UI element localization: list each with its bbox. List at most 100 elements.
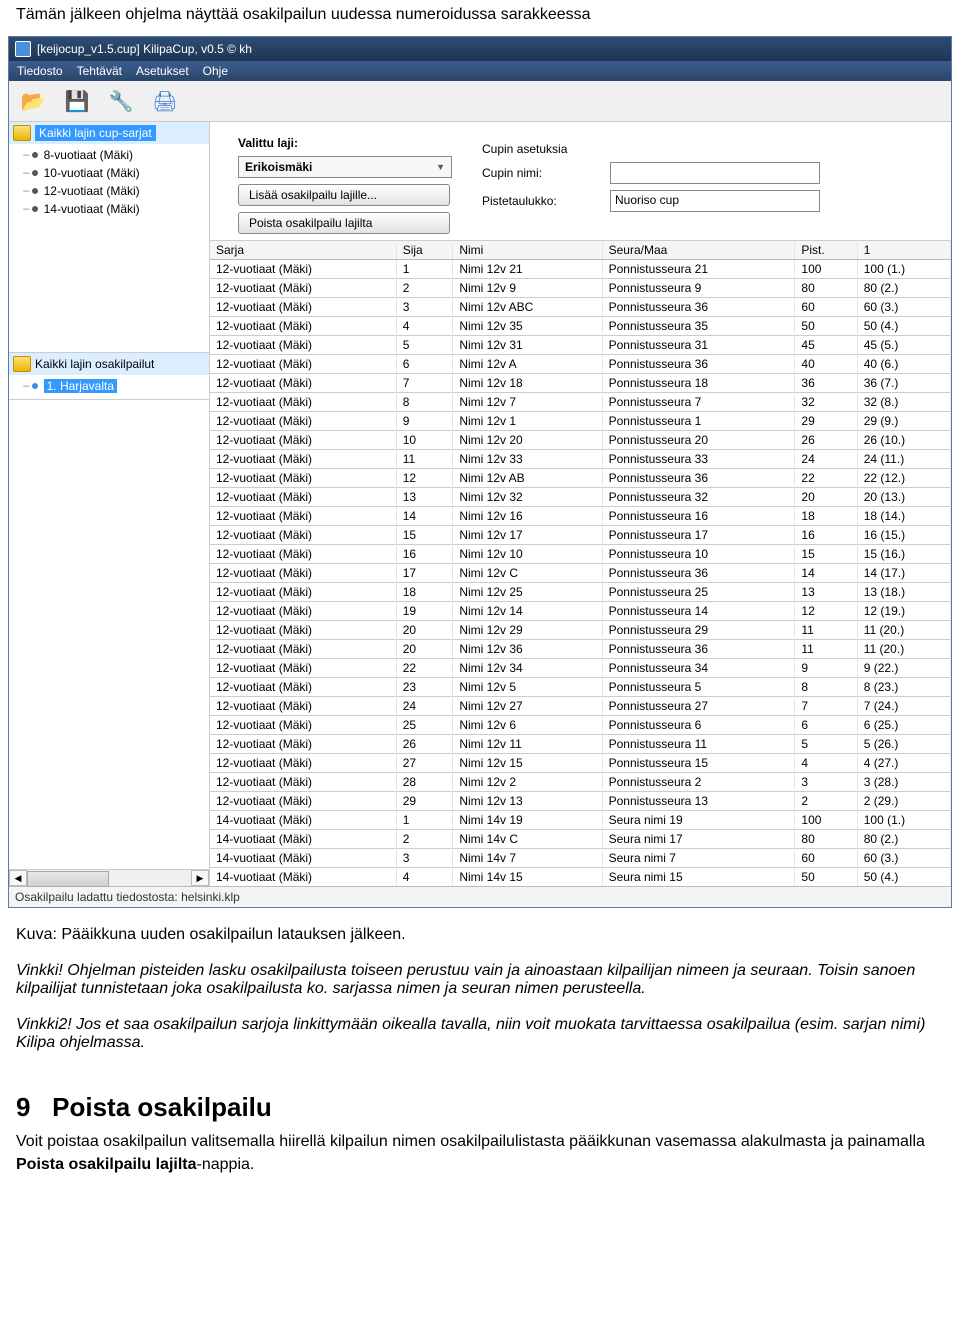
table-row[interactable]: 12-vuotiaat (Mäki)20Nimi 12v 36Ponnistus… (210, 640, 951, 659)
scroll-left-icon[interactable]: ◀ (9, 870, 27, 886)
table-row[interactable]: 12-vuotiaat (Mäki)3Nimi 12v ABCPonnistus… (210, 298, 951, 317)
scroll-thumb[interactable] (27, 871, 109, 887)
table-row[interactable]: 12-vuotiaat (Mäki)6Nimi 12v APonnistusse… (210, 355, 951, 374)
table-cell: Ponnistusseura 36 (602, 355, 795, 374)
table-row[interactable]: 12-vuotiaat (Mäki)11Nimi 12v 33Ponnistus… (210, 450, 951, 469)
table-cell: Ponnistusseura 32 (602, 488, 795, 507)
table-row[interactable]: 12-vuotiaat (Mäki)26Nimi 12v 11Ponnistus… (210, 735, 951, 754)
table-row[interactable]: 12-vuotiaat (Mäki)27Nimi 12v 15Ponnistus… (210, 754, 951, 773)
table-cell: Nimi 12v 13 (453, 792, 602, 811)
tree-item[interactable]: ┄12-vuotiaat (Mäki) (9, 182, 209, 200)
table-row[interactable]: 12-vuotiaat (Mäki)23Nimi 12v 5Ponnistuss… (210, 678, 951, 697)
hint1: Vinkki! Ohjelman pisteiden lasku osakilp… (16, 962, 944, 998)
column-header[interactable]: 1 (857, 241, 950, 260)
tree-lines-icon: ┄ (23, 185, 30, 198)
tree-head-osakilpailut[interactable]: Kaikki lajin osakilpailut (9, 353, 209, 375)
table-row[interactable]: 12-vuotiaat (Mäki)18Nimi 12v 25Ponnistus… (210, 583, 951, 602)
table-cell: 15 (795, 545, 857, 564)
tree-item[interactable]: ┄8-vuotiaat (Mäki) (9, 146, 209, 164)
column-header[interactable]: Sija (396, 241, 453, 260)
valittu-laji-value: Erikoismäki (245, 160, 312, 174)
table-cell: Nimi 12v 5 (453, 678, 602, 697)
table-row[interactable]: 14-vuotiaat (Mäki)2Nimi 14v CSeura nimi … (210, 830, 951, 849)
table-cell: Ponnistusseura 15 (602, 754, 795, 773)
table-cell: Ponnistusseura 33 (602, 450, 795, 469)
titlebar-text: [keijocup_v1.5.cup] KilipaCup, v0.5 © kh (37, 42, 252, 56)
table-row[interactable]: 12-vuotiaat (Mäki)7Nimi 12v 18Ponnistuss… (210, 374, 951, 393)
menu-tiedosto[interactable]: Tiedosto (17, 64, 63, 78)
table-row[interactable]: 12-vuotiaat (Mäki)17Nimi 12v CPonnistuss… (210, 564, 951, 583)
table-cell: Ponnistusseura 36 (602, 298, 795, 317)
toolbar-save-button[interactable] (59, 85, 95, 117)
remove-osakilpailu-button[interactable]: Poista osakilpailu lajilta (238, 212, 450, 234)
hint1-text: Ohjelman pisteiden lasku osakilpailusta … (16, 962, 915, 997)
table-row[interactable]: 12-vuotiaat (Mäki)24Nimi 12v 27Ponnistus… (210, 697, 951, 716)
table-row[interactable]: 12-vuotiaat (Mäki)2Nimi 12v 9Ponnistusse… (210, 279, 951, 298)
table-cell: 7 (795, 697, 857, 716)
table-cell: 80 (795, 279, 857, 298)
table-cell: 29 (795, 412, 857, 431)
table-row[interactable]: 12-vuotiaat (Mäki)12Nimi 12v ABPonnistus… (210, 469, 951, 488)
column-header[interactable]: Sarja (210, 241, 396, 260)
column-header[interactable]: Nimi (453, 241, 602, 260)
column-header[interactable]: Pist. (795, 241, 857, 260)
table-row[interactable]: 12-vuotiaat (Mäki)22Nimi 12v 34Ponnistus… (210, 659, 951, 678)
table-row[interactable]: 12-vuotiaat (Mäki)25Nimi 12v 6Ponnistuss… (210, 716, 951, 735)
scroll-track[interactable] (27, 871, 191, 885)
table-cell: 12-vuotiaat (Mäki) (210, 583, 396, 602)
tree-item[interactable]: ┄14-vuotiaat (Mäki) (9, 200, 209, 218)
toolbar-print-button[interactable] (147, 85, 183, 117)
table-cell: Nimi 12v 16 (453, 507, 602, 526)
table-row[interactable]: 12-vuotiaat (Mäki)29Nimi 12v 13Ponnistus… (210, 792, 951, 811)
tree-head-cup-sarjat[interactable]: Kaikki lajin cup-sarjat (9, 122, 209, 144)
table-row[interactable]: 12-vuotiaat (Mäki)4Nimi 12v 35Ponnistuss… (210, 317, 951, 336)
table-row[interactable]: 12-vuotiaat (Mäki)16Nimi 12v 10Ponnistus… (210, 545, 951, 564)
table-cell: 60 (3.) (857, 849, 950, 868)
valittu-laji-combo[interactable]: Erikoismäki (238, 156, 452, 178)
scroll-right-icon[interactable]: ▶ (191, 870, 209, 886)
table-row[interactable]: 12-vuotiaat (Mäki)13Nimi 12v 32Ponnistus… (210, 488, 951, 507)
table-cell: 12-vuotiaat (Mäki) (210, 792, 396, 811)
add-osakilpailu-button[interactable]: Lisää osakilpailu lajille... (238, 184, 450, 206)
tree-item[interactable]: ┄10-vuotiaat (Mäki) (9, 164, 209, 182)
table-row[interactable]: 14-vuotiaat (Mäki)1Nimi 14v 19Seura nimi… (210, 811, 951, 830)
table-cell: Ponnistusseura 14 (602, 602, 795, 621)
table-cell: 12-vuotiaat (Mäki) (210, 431, 396, 450)
menu-tehtavat[interactable]: Tehtävät (77, 64, 122, 78)
table-cell: 4 (396, 868, 453, 887)
table-cell: Seura nimi 7 (602, 849, 795, 868)
table-row[interactable]: 12-vuotiaat (Mäki)28Nimi 12v 2Ponnistuss… (210, 773, 951, 792)
table-cell: Nimi 12v 18 (453, 374, 602, 393)
table-row[interactable]: 12-vuotiaat (Mäki)9Nimi 12v 1Ponnistusse… (210, 412, 951, 431)
table-row[interactable]: 12-vuotiaat (Mäki)19Nimi 12v 14Ponnistus… (210, 602, 951, 621)
table-row[interactable]: 12-vuotiaat (Mäki)1Nimi 12v 21Ponnistuss… (210, 260, 951, 279)
tree-item[interactable]: ┄1. Harjavalta (9, 377, 209, 395)
pistetaulukko-input[interactable]: Nuoriso cup (610, 190, 820, 212)
table-cell: 12-vuotiaat (Mäki) (210, 393, 396, 412)
left-hscrollbar[interactable]: ◀ ▶ (9, 869, 209, 886)
table-cell: Ponnistusseura 25 (602, 583, 795, 602)
table-cell: 12 (795, 602, 857, 621)
table-row[interactable]: 12-vuotiaat (Mäki)5Nimi 12v 31Ponnistuss… (210, 336, 951, 355)
table-row[interactable]: 12-vuotiaat (Mäki)20Nimi 12v 29Ponnistus… (210, 621, 951, 640)
toolbar-open-button[interactable] (15, 85, 51, 117)
table-row[interactable]: 14-vuotiaat (Mäki)3Nimi 14v 7Seura nimi … (210, 849, 951, 868)
table-row[interactable]: 12-vuotiaat (Mäki)15Nimi 12v 17Ponnistus… (210, 526, 951, 545)
table-cell: 26 (10.) (857, 431, 950, 450)
menu-asetukset[interactable]: Asetukset (136, 64, 189, 78)
table-row[interactable]: 12-vuotiaat (Mäki)14Nimi 12v 16Ponnistus… (210, 507, 951, 526)
table-cell: 14 (17.) (857, 564, 950, 583)
titlebar[interactable]: [keijocup_v1.5.cup] KilipaCup, v0.5 © kh (9, 37, 951, 61)
menu-ohje[interactable]: Ohje (203, 64, 228, 78)
cup-nimi-input[interactable] (610, 162, 820, 184)
table-cell: 12-vuotiaat (Mäki) (210, 355, 396, 374)
table-cell: 6 (396, 355, 453, 374)
table-cell: Nimi 12v 9 (453, 279, 602, 298)
table-cell: Nimi 12v 11 (453, 735, 602, 754)
table-row[interactable]: 12-vuotiaat (Mäki)10Nimi 12v 20Ponnistus… (210, 431, 951, 450)
column-header[interactable]: Seura/Maa (602, 241, 795, 260)
table-row[interactable]: 12-vuotiaat (Mäki)8Nimi 12v 7Ponnistusse… (210, 393, 951, 412)
table-cell: 13 (396, 488, 453, 507)
toolbar-settings-button[interactable] (103, 85, 139, 117)
table-row[interactable]: 14-vuotiaat (Mäki)4Nimi 14v 15Seura nimi… (210, 868, 951, 887)
